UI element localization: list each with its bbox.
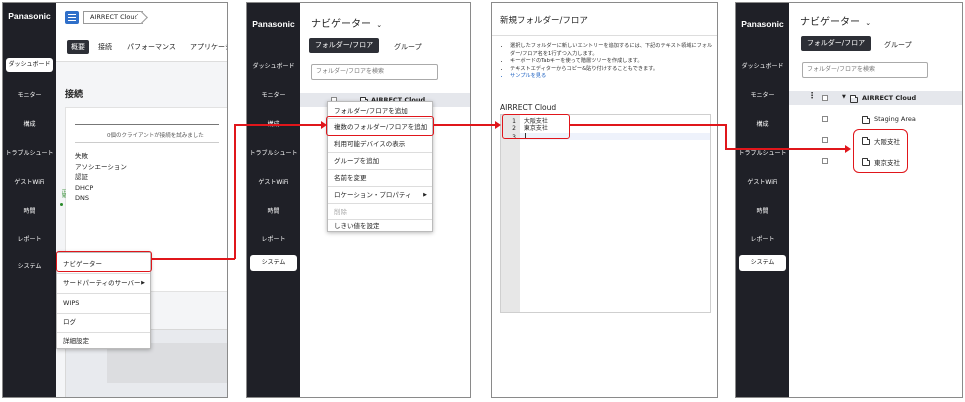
connector-line — [725, 148, 845, 150]
tree-item-staging[interactable]: Staging Area — [874, 115, 916, 123]
brand-logo: Panasonic — [741, 19, 784, 29]
tab-overview[interactable]: 概要 — [67, 40, 89, 54]
tree-root-label[interactable]: AIRRECT Cloud — [862, 94, 916, 102]
page-title: ナビゲーター ⌄ — [800, 17, 872, 28]
tab-connection[interactable]: 接続 — [98, 42, 112, 52]
nav-time[interactable]: 時間 — [3, 206, 56, 215]
panel-3-new-folder-dialog: 新規フォルダー/フロア 選択したフォルダーに新しいエントリーを追加するには、下記… — [491, 2, 718, 398]
highlight-editor-lines — [502, 114, 570, 139]
menu-delete: 削除 — [334, 208, 347, 216]
tab-folder-floor[interactable]: フォルダー/フロア — [801, 36, 871, 51]
nav-time[interactable]: 時間 — [736, 206, 789, 215]
tab-folder-floor[interactable]: フォルダー/フロア — [309, 38, 379, 53]
highlight-navigator — [56, 251, 152, 272]
line-number-gutter — [501, 115, 520, 312]
root-checkbox[interactable] — [822, 95, 828, 101]
tree-checkbox-osaka[interactable] — [822, 137, 828, 143]
nav-config[interactable]: 構成 — [736, 119, 789, 128]
tab-group[interactable]: グループ — [394, 42, 422, 52]
panel-2-navigator-menu: Panasonic ダッシュボード モニター 構成 トラブルシュート ゲストWi… — [246, 2, 471, 398]
folder-icon — [862, 116, 870, 124]
tree-checkbox-tokyo[interactable] — [822, 158, 828, 164]
menu-advanced-settings[interactable]: 詳細設定 — [57, 335, 150, 347]
panel-1-dashboard: Panasonic ダッシュボード モニター 構成 トラブルシュート ゲストWi… — [2, 2, 228, 398]
connector-line — [234, 124, 236, 259]
menu-log[interactable]: ログ — [57, 316, 150, 328]
header-breadcrumb[interactable]: AIRRECT Cloud — [83, 11, 143, 24]
highlight-add-multiple — [326, 116, 434, 136]
brand-logo: Panasonic — [8, 11, 51, 21]
nav-troubleshoot[interactable]: トラブルシュート — [3, 148, 56, 157]
nav-guest-wifi[interactable]: ゲストWiFi — [736, 177, 789, 186]
page-title: ナビゲーター ⌄ — [311, 19, 383, 30]
nav-monitor[interactable]: モニター — [3, 90, 56, 99]
folder-icon — [850, 95, 858, 103]
connector-line — [151, 258, 235, 260]
sidebar: Panasonic ダッシュボード モニター 構成 トラブルシュート ゲストWi… — [3, 3, 56, 397]
nav-troubleshoot[interactable]: トラブルシュート — [247, 148, 300, 157]
tab-application[interactable]: アプリケーシ — [190, 42, 227, 52]
status-label: 正常 — [61, 189, 66, 198]
chevron-down-icon[interactable]: ⌄ — [376, 21, 382, 29]
status-dot — [60, 203, 63, 206]
highlight-new-folders — [853, 129, 908, 173]
nav-monitor[interactable]: モニター — [247, 90, 300, 99]
search-input[interactable]: フォルダー/フロアを検索 — [311, 64, 438, 80]
caret-right-icon: ▶ — [423, 192, 427, 198]
nav-report[interactable]: レポート — [3, 234, 56, 243]
tab-group[interactable]: グループ — [884, 40, 912, 50]
text-editor[interactable]: 1 大阪支社 2 東京支社 3 — [500, 114, 711, 313]
nav-monitor[interactable]: モニター — [736, 90, 789, 99]
nav-guest-wifi[interactable]: ゲストWiFi — [3, 177, 56, 186]
connector-line — [434, 124, 496, 126]
section-title: 接続 — [65, 90, 84, 100]
nav-report[interactable]: レポート — [736, 234, 789, 243]
connector-line — [570, 124, 726, 126]
sample-link[interactable]: サンプルを見る — [510, 73, 713, 81]
connector-line — [725, 124, 727, 149]
menu-third-party-server[interactable]: サードパーティのサーバー ▶ — [57, 277, 150, 289]
nav-dashboard[interactable]: ダッシュボード — [6, 58, 53, 72]
menu-wips[interactable]: WIPS — [57, 297, 150, 309]
nav-time[interactable]: 時間 — [247, 206, 300, 215]
arrow-right-icon — [321, 121, 327, 129]
menu-location-properties[interactable]: ロケーション・プロパティ ▶ — [328, 189, 432, 201]
caret-down-icon[interactable]: ▼ — [842, 94, 846, 100]
nav-dashboard[interactable]: ダッシュボード — [736, 61, 789, 70]
chevron-down-icon[interactable]: ⌄ — [865, 19, 871, 27]
arrow-right-icon — [495, 121, 501, 129]
menu-show-available-devices[interactable]: 利用可能デバイスの表示 — [328, 138, 432, 150]
arrow-right-icon — [845, 145, 851, 153]
fail-list: 失敗 アソシエーション 認証 DHCP DNS — [75, 152, 127, 202]
nav-report[interactable]: レポート — [247, 234, 300, 243]
kebab-menu-icon[interactable]: ⋮ — [808, 91, 816, 100]
nav-guest-wifi[interactable]: ゲストWiFi — [247, 177, 300, 186]
tab-performance[interactable]: パフォーマンス — [127, 42, 176, 52]
nav-config[interactable]: 構成 — [3, 119, 56, 128]
menu-set-threshold[interactable]: しきい値を設定 — [328, 220, 432, 232]
caret-right-icon: ▶ — [141, 280, 145, 286]
client-message: 0個のクライアントが接続を試みました — [107, 133, 204, 139]
menu-rename[interactable]: 名前を変更 — [328, 172, 432, 184]
connector-line — [234, 124, 323, 126]
sidebar: Panasonic ダッシュボード モニター 構成 トラブルシュート ゲストWi… — [736, 3, 789, 397]
hamburger-button[interactable] — [65, 11, 79, 24]
editor-label: AIRRECT Cloud — [500, 103, 557, 112]
dialog-title: 新規フォルダー/フロア — [500, 16, 588, 26]
nav-dashboard[interactable]: ダッシュボード — [247, 61, 300, 70]
menu-add-group[interactable]: グループを追加 — [328, 155, 432, 167]
brand-logo: Panasonic — [252, 19, 295, 29]
nav-system[interactable]: システム — [250, 255, 297, 271]
instructions-list: 選択したフォルダーに新しいエントリーを追加するには、下記のテキスト領域にフォルダ… — [510, 43, 713, 81]
sidebar: Panasonic ダッシュボード モニター 構成 トラブルシュート ゲストWi… — [247, 3, 300, 397]
nav-system[interactable]: システム — [739, 255, 786, 271]
search-input[interactable]: フォルダー/フロアを検索 — [802, 62, 928, 78]
nav-system[interactable]: システム — [3, 261, 56, 270]
panel-4-navigator-result: Panasonic ダッシュボード モニター 構成 トラブルシュート ゲストWi… — [735, 2, 963, 398]
tree-checkbox-staging[interactable] — [822, 116, 828, 122]
